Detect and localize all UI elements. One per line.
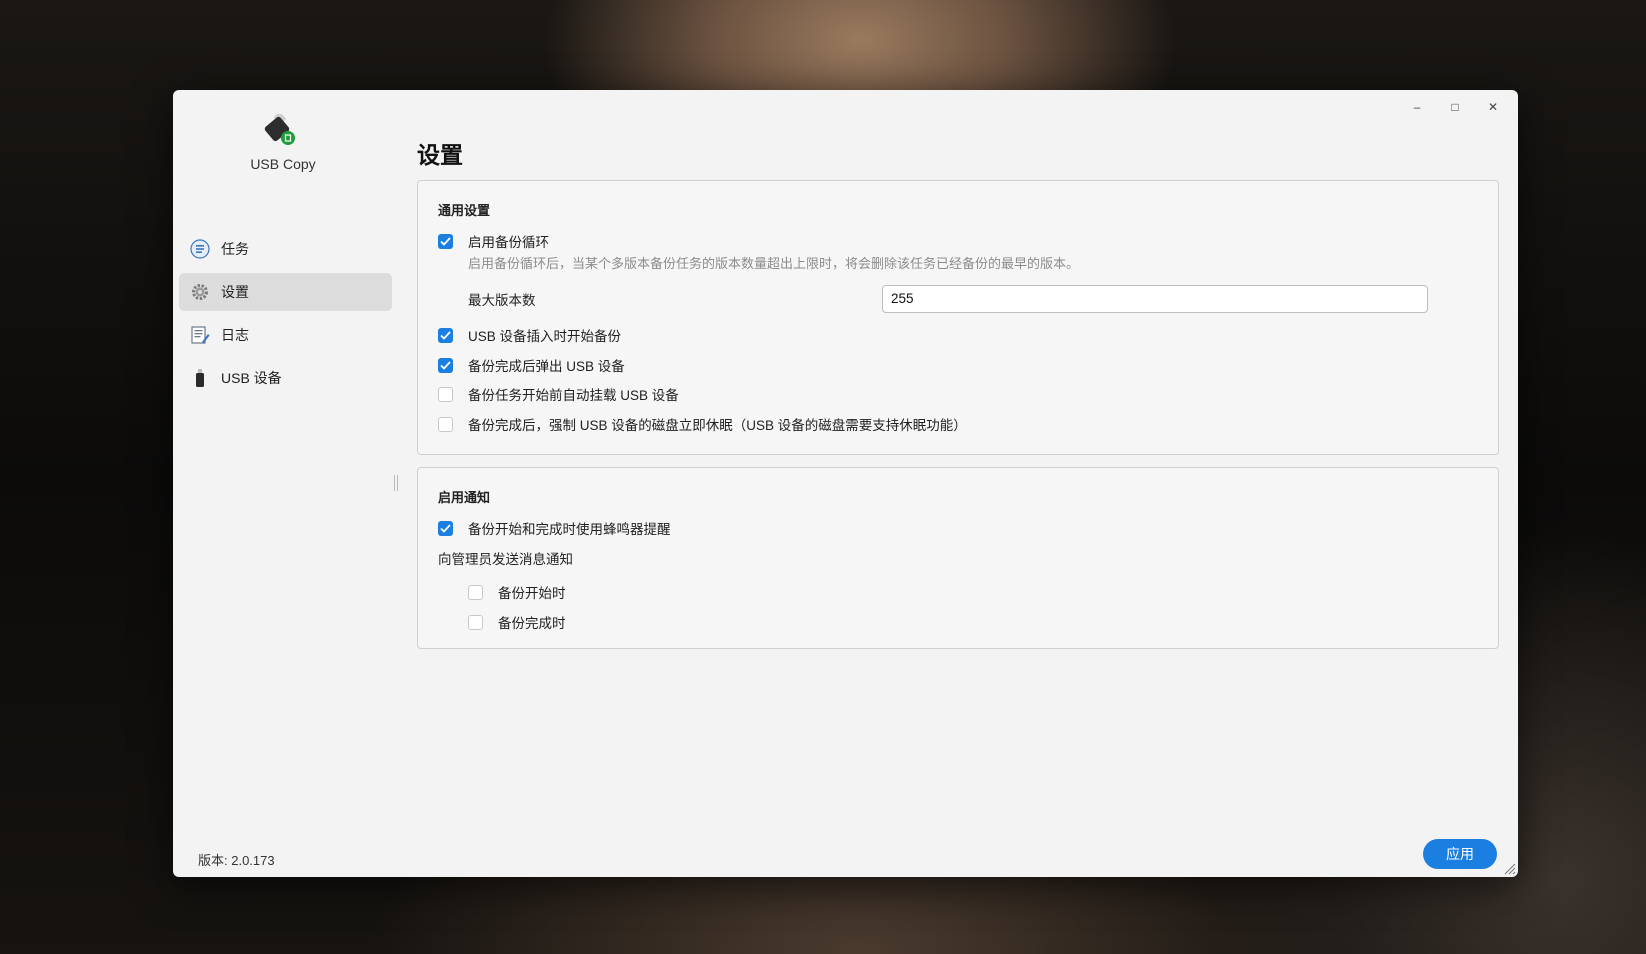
checkbox-checked[interactable] bbox=[438, 233, 453, 249]
notify-start-option[interactable]: 备份开始时 bbox=[468, 582, 566, 602]
checkbox-unchecked[interactable] bbox=[438, 416, 453, 432]
backup-cycle-hint: 启用备份循环后，当某个多版本备份任务的版本数量超出上限时，将会删除该任务已经备份… bbox=[468, 256, 1080, 271]
usb-copy-logo-icon bbox=[261, 111, 299, 148]
resize-grip-icon[interactable] bbox=[1502, 861, 1516, 875]
checkbox-checked[interactable] bbox=[438, 357, 453, 373]
sidebar-nav: 任务 设置 日志 USB 设备 bbox=[179, 230, 392, 402]
checkbox-unchecked[interactable] bbox=[468, 584, 483, 600]
group-title: 启用通知 bbox=[438, 490, 491, 505]
option-row[interactable]: 备份任务开始前自动挂载 USB 设备 bbox=[438, 384, 679, 404]
usb-drive-icon bbox=[189, 367, 211, 389]
option-row[interactable]: USB 设备插入时开始备份 bbox=[438, 325, 621, 345]
notification-settings-group: 启用通知 备份开始和完成时使用蜂鸣器提醒 向管理员发送消息通知 备份开始时 备份… bbox=[417, 467, 1499, 649]
sidebar: USB Copy 任务 设置 日志 USB 设备 版本: 2.0.173 bbox=[173, 90, 393, 877]
buzzer-option[interactable]: 备份开始和完成时使用蜂鸣器提醒 bbox=[438, 518, 671, 538]
option-label: 启用备份循环 bbox=[468, 235, 549, 250]
checkbox-checked[interactable] bbox=[438, 327, 453, 343]
option-label: USB 设备插入时开始备份 bbox=[468, 329, 622, 344]
group-title: 通用设置 bbox=[438, 203, 491, 218]
app-name: USB Copy bbox=[250, 156, 316, 172]
max-versions-input[interactable]: 255 bbox=[882, 285, 1428, 313]
option-label: 备份任务开始前自动挂载 USB 设备 bbox=[468, 388, 679, 403]
admin-notify-label: 向管理员发送消息通知 bbox=[438, 552, 573, 567]
sidebar-item-tasks[interactable]: 任务 bbox=[179, 230, 392, 268]
sidebar-item-label: USB 设备 bbox=[221, 370, 282, 386]
log-icon bbox=[189, 324, 211, 346]
sidebar-item-usb-devices[interactable]: USB 设备 bbox=[179, 359, 392, 397]
option-row[interactable]: 备份完成后弹出 USB 设备 bbox=[438, 355, 625, 375]
gear-icon bbox=[189, 281, 211, 303]
max-versions-label: 最大版本数 bbox=[468, 293, 536, 308]
checkbox-checked[interactable] bbox=[438, 520, 453, 536]
backup-cycle-option[interactable]: 启用备份循环 bbox=[438, 231, 549, 251]
sidebar-splitter[interactable] bbox=[394, 475, 398, 491]
sidebar-item-settings[interactable]: 设置 bbox=[179, 273, 392, 311]
sidebar-item-label: 日志 bbox=[221, 327, 249, 343]
sidebar-item-label: 任务 bbox=[221, 241, 249, 257]
sidebar-item-label: 设置 bbox=[221, 284, 249, 300]
notify-complete-option[interactable]: 备份完成时 bbox=[468, 612, 566, 632]
apply-button[interactable]: 应用 bbox=[1423, 839, 1497, 869]
general-settings-group: 通用设置 启用备份循环 启用备份循环后，当某个多版本备份任务的版本数量超出上限时… bbox=[417, 180, 1499, 455]
option-label: 备份开始时 bbox=[498, 586, 566, 601]
option-label: 备份完成时 bbox=[498, 616, 566, 631]
option-row[interactable]: 备份完成后，强制 USB 设备的磁盘立即休眠（USB 设备的磁盘需要支持休眠功能… bbox=[438, 414, 967, 434]
checkbox-unchecked[interactable] bbox=[468, 614, 483, 630]
version-label: 版本: 2.0.173 bbox=[198, 853, 275, 868]
task-list-icon bbox=[189, 238, 211, 260]
checkbox-unchecked[interactable] bbox=[438, 386, 453, 402]
app-window: – □ ✕ USB Copy 任务 设置 日志 USB 设备 版本: 2.0.1… bbox=[173, 90, 1518, 877]
option-label: 备份开始和完成时使用蜂鸣器提醒 bbox=[468, 522, 671, 537]
settings-panel: 设置 通用设置 启用备份循环 启用备份循环后，当某个多版本备份任务的版本数量超出… bbox=[417, 90, 1518, 877]
option-label: 备份完成后，强制 USB 设备的磁盘立即休眠（USB 设备的磁盘需要支持休眠功能… bbox=[468, 418, 967, 433]
option-label: 备份完成后弹出 USB 设备 bbox=[468, 359, 625, 374]
sidebar-item-logs[interactable]: 日志 bbox=[179, 316, 392, 354]
page-title: 设置 bbox=[417, 142, 463, 168]
